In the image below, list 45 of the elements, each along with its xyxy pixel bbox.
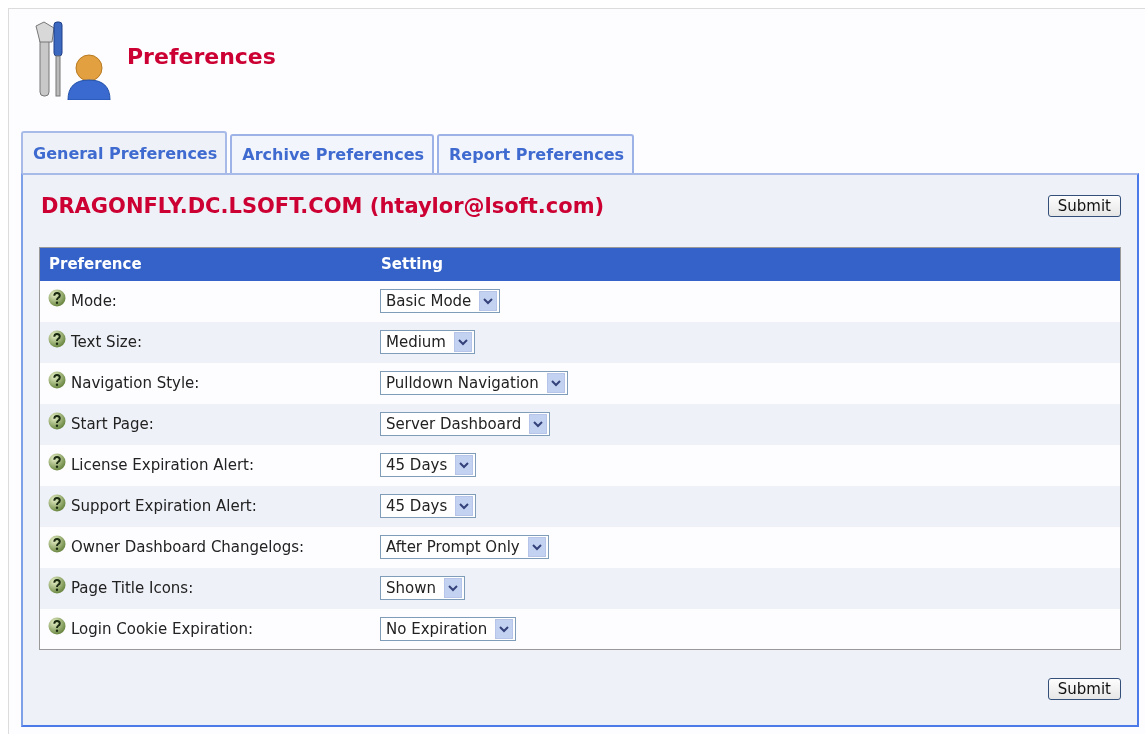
dropdown[interactable]: 45 Days	[380, 453, 477, 477]
help-icon[interactable]	[48, 494, 66, 512]
dropdown[interactable]: 45 Days	[380, 494, 477, 518]
dropdown-arrow-icon[interactable]	[527, 537, 546, 557]
preference-label: Start Page:	[71, 415, 154, 433]
column-header: Setting	[381, 255, 443, 274]
column-header: Preference	[49, 255, 142, 274]
preference-label: Navigation Style:	[71, 374, 200, 392]
dropdown-arrow-icon[interactable]	[546, 373, 565, 393]
dropdown[interactable]: Medium	[380, 330, 475, 354]
help-icon[interactable]	[48, 412, 66, 430]
preference-label: Login Cookie Expiration:	[71, 619, 254, 638]
tab[interactable]: General Preferences	[21, 131, 228, 173]
preference-label: Support Expiration Alert:	[71, 497, 257, 515]
dropdown-arrow-icon[interactable]	[454, 332, 472, 352]
preference-label: Owner Dashboard Changelogs:	[71, 538, 305, 556]
tab[interactable]: Archive Preferences	[230, 134, 434, 173]
dropdown-arrow-icon[interactable]	[479, 291, 498, 311]
dropdown[interactable]: Shown	[380, 576, 465, 600]
dropdown[interactable]: Pulldown Navigation	[380, 371, 568, 395]
help-icon[interactable]	[48, 616, 66, 635]
dropdown[interactable]: No Expiration	[380, 616, 517, 641]
page-title: Preferences	[127, 43, 276, 69]
submit-button[interactable]: Submit	[1047, 678, 1121, 700]
help-icon[interactable]	[48, 453, 66, 471]
dropdown-arrow-icon[interactable]	[455, 496, 474, 516]
help-icon[interactable]	[48, 535, 66, 553]
dropdown[interactable]: Basic Mode	[380, 289, 501, 313]
dropdown-arrow-icon[interactable]	[455, 455, 474, 475]
help-icon[interactable]	[48, 576, 66, 594]
tab[interactable]: Report Preferences	[437, 134, 634, 173]
preference-label: Text Size:	[71, 333, 142, 351]
dropdown-arrow-icon[interactable]	[444, 578, 462, 598]
help-icon[interactable]	[48, 371, 66, 389]
help-icon[interactable]	[48, 289, 66, 307]
dropdown-arrow-icon[interactable]	[529, 414, 548, 434]
dropdown-arrow-icon[interactable]	[495, 618, 514, 639]
server-heading: DRAGONFLY.DC.LSOFT.COM (htaylor@lsoft.com)	[40, 194, 605, 218]
preference-label: Mode:	[71, 292, 117, 310]
dropdown[interactable]: Server Dashboard	[380, 412, 551, 436]
help-icon[interactable]	[48, 330, 66, 348]
preference-label: License Expiration Alert:	[71, 456, 254, 474]
dropdown[interactable]: After Prompt Only	[380, 535, 549, 559]
preference-label: Page Title Icons:	[71, 579, 194, 597]
submit-button[interactable]: Submit	[1047, 195, 1121, 217]
